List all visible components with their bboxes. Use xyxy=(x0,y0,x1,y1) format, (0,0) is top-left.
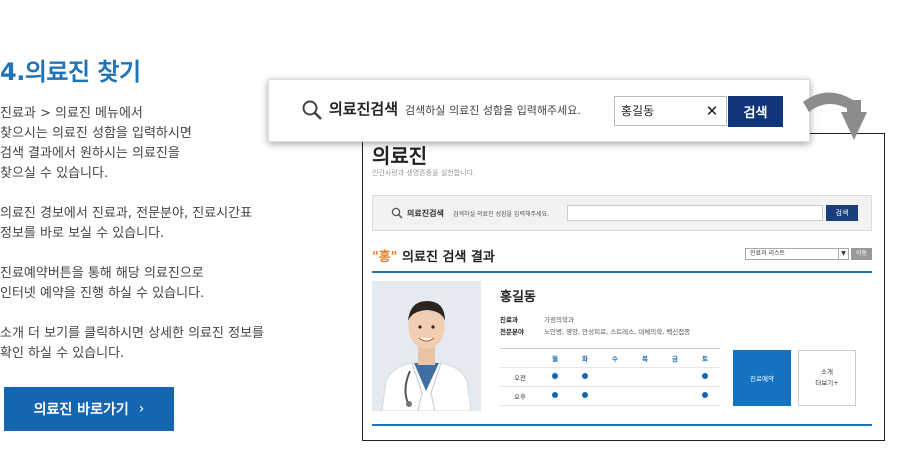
available-dot-icon xyxy=(582,373,588,379)
schedule-row: 오후 xyxy=(500,387,720,406)
guide-paragraph-2: 의료진 경보에서 진료과, 전문분야, 진료시간표 정보를 바로 보실 수 있습… xyxy=(0,206,253,241)
schedule-cell-mon xyxy=(540,373,570,381)
close-icon[interactable]: ✕ xyxy=(701,97,723,125)
department-select-value: 진료과 리스트 xyxy=(750,250,786,257)
move-button[interactable]: 이동 xyxy=(851,248,872,260)
search-hint: 검색하실 의료진 성함을 입력해주세요. xyxy=(453,211,549,218)
more-info-button[interactable]: 소개 더보기+ xyxy=(798,350,856,406)
schedule-cell-sat xyxy=(690,373,720,381)
go-doctors-label: 의료진 바로가기 xyxy=(33,402,129,418)
section-title: 4.의료진 찾기 xyxy=(0,58,141,86)
reserve-button[interactable]: 진료예약 xyxy=(733,350,791,406)
schedule-table: 월 화 수 목 금 토 오전 오후 xyxy=(500,348,720,406)
guide-paragraph-1: 진료과 > 의료진 메뉴에서 찾으시는 의료진 성함을 입력하시면 검색 결과에… xyxy=(0,106,192,181)
day-fri: 금 xyxy=(672,355,678,363)
guide-paragraph-4: 소개 더 보기를 클릭하시면 상세한 의료진 정보를 확인 하실 수 있습니다. xyxy=(0,326,264,361)
chevron-down-icon: ▼ xyxy=(838,249,848,259)
available-dot-icon xyxy=(552,373,558,379)
search-label: 의료진검색 xyxy=(407,209,444,218)
schedule-row-label: 오후 xyxy=(514,393,526,401)
search-icon xyxy=(302,100,322,120)
search-popup: 의료진검색 검색하실 의료진 성함을 입력해주세요. 홍길동 ✕ 검색 xyxy=(268,79,810,142)
page-title: 의료진 xyxy=(372,144,428,168)
search-label: 의료진검색 xyxy=(329,100,399,118)
day-wed: 수 xyxy=(612,355,618,363)
department-select[interactable]: 진료과 리스트 ▼ xyxy=(745,248,849,260)
day-thu: 목 xyxy=(642,355,648,363)
doctor-page-screenshot: 의료진 인간사랑과 생명존중을 실천합니다. 의료진검색 검색하실 의료진 성함… xyxy=(362,133,885,441)
search-input[interactable] xyxy=(567,205,823,221)
more-info-sublabel: 더보기+ xyxy=(815,379,839,387)
result-title: "홍" 의료진 검색 결과 xyxy=(372,246,495,265)
doctor-photo xyxy=(372,281,481,411)
schedule-cell-sat xyxy=(690,392,720,400)
divider xyxy=(372,271,872,273)
doctor-department: 진료과 가정의학과 xyxy=(500,316,574,324)
doctor-specialty: 전문분야 노인병, 영양, 만성피로, 스트레스, 대체의학, 백신접종 xyxy=(500,328,691,336)
search-hint: 검색하실 의료진 성함을 입력해주세요. xyxy=(405,104,581,117)
divider xyxy=(372,424,872,426)
available-dot-icon xyxy=(702,373,708,379)
doctor-name: 홍길동 xyxy=(500,290,536,305)
schedule-header: 월 화 수 목 금 토 xyxy=(500,349,720,368)
curved-arrow-icon xyxy=(803,92,867,140)
go-doctors-button[interactable]: 의료진 바로가기 › xyxy=(4,387,174,431)
search-button[interactable]: 검색 xyxy=(826,205,858,221)
chevron-right-icon: › xyxy=(138,401,145,417)
available-dot-icon xyxy=(582,392,588,398)
search-button[interactable]: 검색 xyxy=(728,96,783,127)
result-title-text: 의료진 검색 결과 xyxy=(397,250,495,265)
result-keyword: "홍" xyxy=(372,250,398,265)
page-subtitle: 인간사랑과 생명존중을 실천합니다. xyxy=(372,169,476,177)
available-dot-icon xyxy=(552,392,558,398)
more-info-label: 소개 xyxy=(821,368,833,376)
schedule-cell-mon xyxy=(540,392,570,400)
search-icon xyxy=(391,207,403,219)
guide-paragraph-3: 진료예약버튼을 통해 해당 의료진으로 인터넷 예약을 진행 하실 수 있습니다… xyxy=(0,266,205,301)
doctor-search-box: 의료진검색 검색하실 의료진 성함을 입력해주세요. 검색 xyxy=(372,195,872,231)
schedule-row-label: 오전 xyxy=(514,374,526,382)
day-tue: 화 xyxy=(582,355,588,363)
schedule-cell-tue xyxy=(570,392,600,400)
day-mon: 월 xyxy=(552,355,558,363)
day-sat: 토 xyxy=(702,355,708,363)
schedule-row: 오전 xyxy=(500,368,720,387)
schedule-cell-tue xyxy=(570,373,600,381)
available-dot-icon xyxy=(702,392,708,398)
